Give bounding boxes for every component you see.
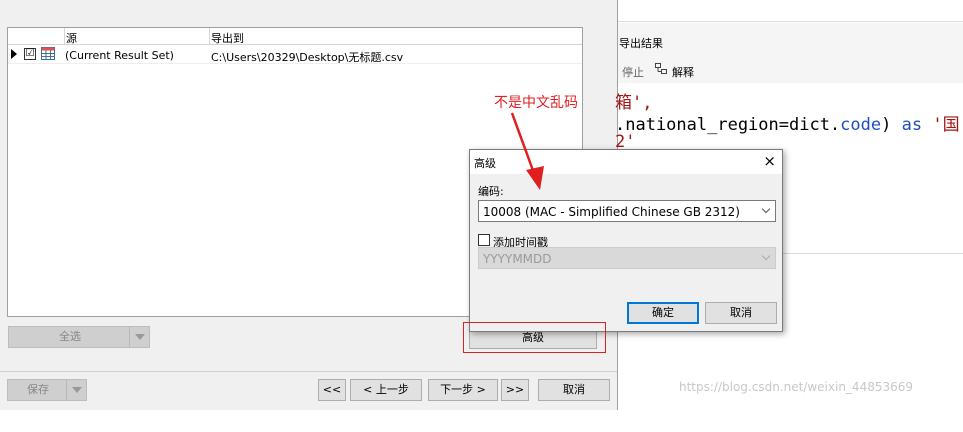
row-checkbox[interactable]: ☑ [24, 48, 36, 60]
timestamp-format-select: YYYYMMDD [478, 247, 776, 269]
dialog-titlebar[interactable]: 高级 × [470, 150, 782, 174]
table-row[interactable]: ☑ (Current Result Set) C:\Users\20329\De… [8, 46, 582, 64]
table-icon [41, 47, 55, 60]
dialog-cancel-button[interactable]: 取消 [705, 302, 777, 324]
save-label: 保存 [27, 383, 49, 396]
previous-step-button[interactable]: < 上一步 [350, 379, 422, 401]
encoding-select[interactable]: 10008 (MAC - Simplified Chinese GB 2312) [478, 200, 776, 222]
row-indicator-icon [11, 49, 17, 59]
editor-toolbar-top [618, 0, 963, 22]
encoding-label: 编码: [478, 185, 504, 198]
divider [780, 253, 963, 254]
column-separator [209, 28, 210, 45]
chevron-down-icon[interactable] [66, 380, 86, 400]
code-string: '国 [922, 115, 960, 135]
annotation-box [463, 322, 606, 353]
code-keyword: code [840, 115, 882, 135]
row-source: (Current Result Set) [65, 49, 174, 62]
chevron-down-icon [761, 251, 771, 261]
last-step-button[interactable]: >> [501, 379, 529, 401]
select-all-button[interactable]: 全选 [8, 326, 150, 348]
watermark: https://blog.csdn.net/weixin_44853669 [679, 380, 914, 394]
row-export-path[interactable]: C:\Users\20329\Desktop\无标题.csv [211, 49, 403, 65]
chevron-down-icon [761, 204, 771, 214]
column-header-source[interactable]: 源 [66, 30, 77, 46]
encoding-value: 10008 (MAC - Simplified Chinese GB 2312) [483, 205, 740, 219]
column-separator [64, 28, 65, 45]
first-step-button[interactable]: << [318, 379, 346, 401]
ok-button[interactable]: 确定 [627, 302, 699, 324]
explain-button[interactable]: 解释 [672, 64, 694, 80]
close-icon[interactable]: × [763, 152, 776, 170]
grid-header: 源 导出到 [8, 28, 582, 45]
save-button[interactable]: 保存 [7, 379, 87, 401]
divider [0, 371, 618, 372]
chevron-down-icon[interactable] [129, 327, 149, 347]
advanced-dialog: 高级 × 编码: 10008 (MAC - Simplified Chinese… [469, 149, 783, 332]
timestamp-checkbox[interactable] [478, 234, 490, 246]
cancel-button[interactable]: 取消 [538, 379, 610, 401]
next-step-button[interactable]: 下一步 > [428, 379, 498, 401]
select-all-label: 全选 [59, 330, 81, 343]
code-text: .national_region=dict. [615, 115, 841, 135]
code-line-2[interactable]: .national_region=dict.code) as '国 [615, 110, 960, 135]
timestamp-format-value: YYYYMMDD [483, 252, 552, 266]
code-keyword: as [901, 115, 923, 135]
column-header-export-to[interactable]: 导出到 [211, 30, 244, 46]
code-text: ) [881, 115, 902, 135]
annotation-text: 不是中文乱码 [494, 95, 578, 111]
export-result-tab[interactable]: 导出结果 [619, 35, 663, 51]
stop-button[interactable]: 停止 [622, 64, 644, 80]
result-panel-header [618, 23, 963, 83]
explain-icon [655, 63, 667, 74]
dialog-title: 高级 [474, 157, 496, 170]
